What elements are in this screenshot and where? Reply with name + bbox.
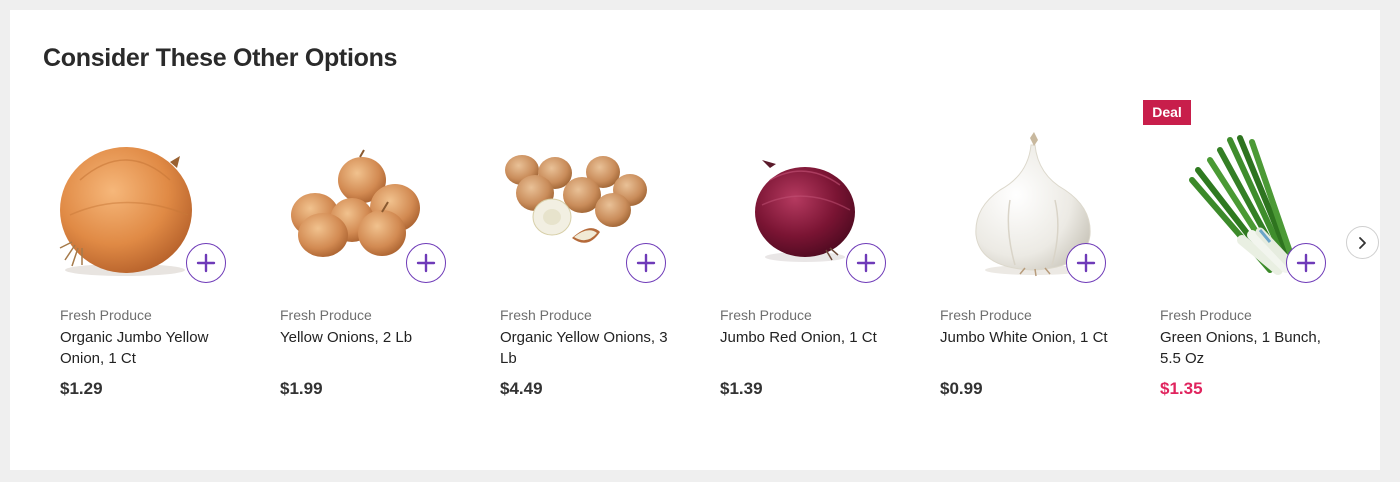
plus-icon <box>1076 253 1096 273</box>
carousel-next-button[interactable] <box>1346 226 1379 259</box>
deal-badge: Deal <box>1143 100 1191 125</box>
product-name[interactable]: Organic Yellow Onions, 3 Lb <box>500 327 676 369</box>
add-to-cart-button[interactable] <box>1066 243 1106 283</box>
product-card[interactable]: Fresh Produce Yellow Onions, 2 Lb $1.99 <box>240 120 446 420</box>
product-price: $1.39 <box>720 379 763 398</box>
plus-icon <box>636 253 656 273</box>
product-card[interactable]: Fresh Produce Organic Jumbo Yellow Onion… <box>20 120 226 420</box>
product-name[interactable]: Jumbo Red Onion, 1 Ct <box>720 327 896 348</box>
product-category: Fresh Produce <box>940 307 1032 323</box>
plus-icon <box>1296 253 1316 273</box>
chevron-right-icon <box>1359 237 1366 249</box>
section-title: Consider These Other Options <box>43 44 398 72</box>
product-name[interactable]: Organic Jumbo Yellow Onion, 1 Ct <box>60 327 236 369</box>
product-name[interactable]: Jumbo White Onion, 1 Ct <box>940 327 1116 348</box>
plus-icon <box>856 253 876 273</box>
product-price: $1.29 <box>60 379 103 398</box>
product-name[interactable]: Green Onions, 1 Bunch, 5.5 Oz <box>1160 327 1336 369</box>
add-to-cart-button[interactable] <box>406 243 446 283</box>
product-category: Fresh Produce <box>60 307 152 323</box>
product-price: $4.49 <box>500 379 543 398</box>
product-card[interactable]: Fresh Produce Green Onions, 1 Bunch, 5.5… <box>1120 120 1326 420</box>
product-category: Fresh Produce <box>720 307 812 323</box>
add-to-cart-button[interactable] <box>626 243 666 283</box>
product-card[interactable]: Fresh Produce Jumbo Red Onion, 1 Ct $1.3… <box>680 120 886 420</box>
add-to-cart-button[interactable] <box>1286 243 1326 283</box>
add-to-cart-button[interactable] <box>186 243 226 283</box>
product-card[interactable]: Fresh Produce Organic Yellow Onions, 3 L… <box>460 120 668 420</box>
product-category: Fresh Produce <box>280 307 372 323</box>
product-name[interactable]: Yellow Onions, 2 Lb <box>280 327 456 348</box>
product-price: $0.99 <box>940 379 983 398</box>
product-category: Fresh Produce <box>500 307 592 323</box>
plus-icon <box>196 253 216 273</box>
product-category: Fresh Produce <box>1160 307 1252 323</box>
recommendations-panel: Consider These Other Options Fresh Produ… <box>10 10 1380 470</box>
product-price: $1.99 <box>280 379 323 398</box>
product-price: $1.35 <box>1160 379 1203 398</box>
add-to-cart-button[interactable] <box>846 243 886 283</box>
product-card[interactable]: Fresh Produce Jumbo White Onion, 1 Ct $0… <box>900 120 1108 420</box>
plus-icon <box>416 253 436 273</box>
